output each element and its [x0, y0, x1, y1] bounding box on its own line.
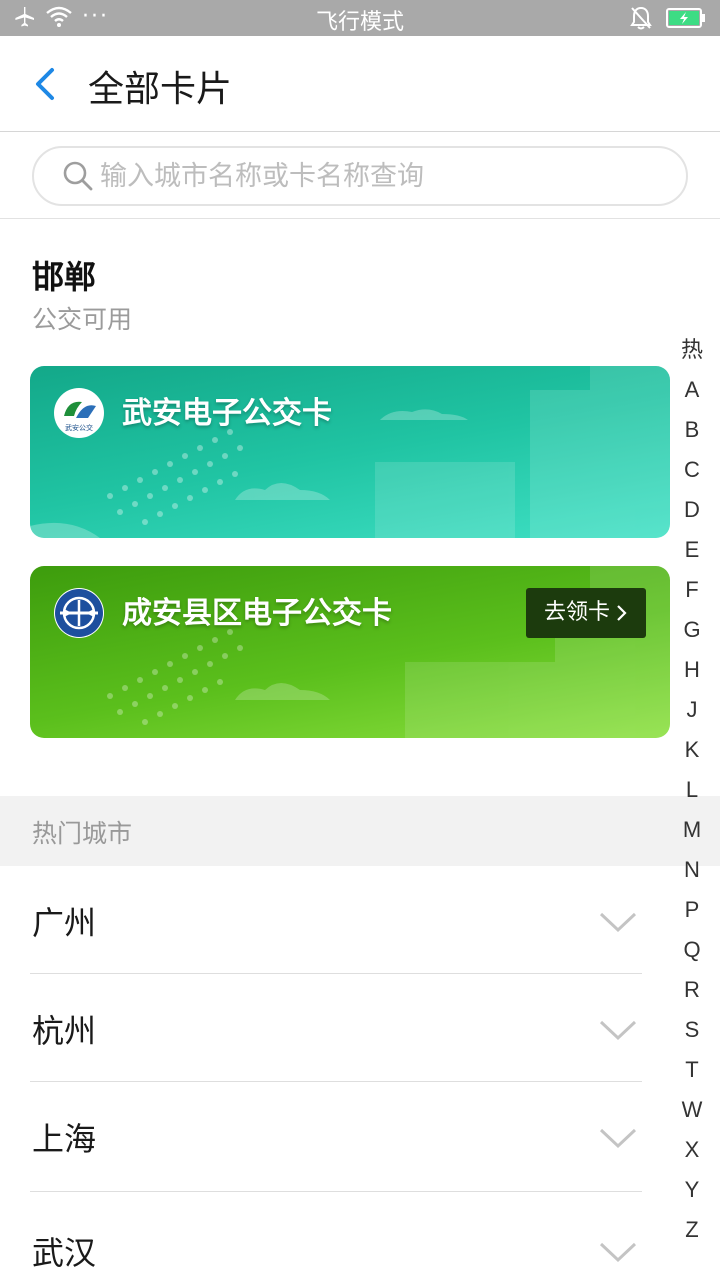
card-wuan-bus[interactable]: 武安公交 武安电子公交卡 — [30, 366, 670, 538]
index-letter[interactable]: P — [672, 890, 712, 930]
index-letter[interactable]: W — [672, 1090, 712, 1130]
index-letter[interactable]: T — [672, 1050, 712, 1090]
hot-cities-label: 热门城市 — [32, 819, 133, 848]
search-input[interactable] — [100, 156, 660, 196]
city-subtitle: 公交可用 — [32, 305, 133, 334]
city-row-guangzhou[interactable]: 广州 — [30, 866, 642, 974]
search-section — [0, 133, 720, 219]
index-letter[interactable]: X — [672, 1130, 712, 1170]
index-letter[interactable]: Y — [672, 1170, 712, 1210]
index-letter[interactable]: B — [672, 410, 712, 450]
search-box[interactable] — [32, 146, 688, 206]
card-name: 武安电子公交卡 — [122, 396, 332, 431]
index-letter[interactable]: K — [672, 730, 712, 770]
search-icon — [63, 161, 93, 191]
index-letter[interactable]: 热 — [672, 330, 712, 370]
city-label: 广州 — [32, 904, 97, 942]
city-row-wuhan[interactable]: 武汉 — [30, 1192, 642, 1280]
card-name: 成安县区电子公交卡 — [122, 596, 392, 631]
index-letter[interactable]: L — [672, 770, 712, 810]
city-row-hangzhou[interactable]: 杭州 — [30, 974, 642, 1082]
index-letter[interactable]: E — [672, 530, 712, 570]
index-letter[interactable]: D — [672, 490, 712, 530]
wuan-logo-text: 武安公交 — [65, 423, 93, 432]
chevron-down-icon — [599, 912, 637, 933]
index-letter[interactable]: Z — [672, 1210, 712, 1250]
chevron-down-icon — [599, 1242, 637, 1263]
index-letter[interactable]: N — [672, 850, 712, 890]
index-letter[interactable]: S — [672, 1010, 712, 1050]
app-screen: ··· 飞行模式 全部卡片 输入城市名称或卡名称查询 邯郸 公交可用 武安公交 … — [0, 0, 720, 1280]
battery-charging-icon — [666, 8, 705, 28]
chevron-down-icon — [599, 1020, 637, 1041]
status-bar: ··· 飞行模式 — [0, 0, 720, 36]
index-letter[interactable]: F — [672, 570, 712, 610]
top-app-bar: 全部卡片 — [0, 36, 720, 132]
page-title: 全部卡片 — [88, 69, 233, 110]
chevron-right-icon — [617, 605, 627, 621]
index-letter[interactable]: H — [672, 650, 712, 690]
status-right — [630, 6, 706, 30]
index-letter[interactable]: C — [672, 450, 712, 490]
status-mode-text: 飞行模式 — [315, 10, 404, 35]
index-letter[interactable]: A — [672, 370, 712, 410]
chevron-down-icon — [599, 1128, 637, 1149]
hot-cities-header: 热门城市 — [0, 796, 720, 866]
city-label: 上海 — [32, 1120, 97, 1158]
index-letter[interactable]: Q — [672, 930, 712, 970]
index-letter[interactable]: M — [672, 810, 712, 850]
city-row-shanghai[interactable]: 上海 — [30, 1082, 642, 1192]
city-label: 杭州 — [32, 1012, 97, 1050]
wuan-bus-logo: 武安公交 — [54, 388, 104, 438]
chengan-bus-logo — [54, 588, 104, 638]
city-label: 武汉 — [32, 1234, 97, 1272]
back-arrow-icon[interactable] — [26, 62, 66, 106]
get-card-label: 去领卡 — [543, 600, 610, 625]
get-card-button[interactable]: 去领卡 — [525, 588, 646, 638]
index-letter[interactable]: G — [672, 610, 712, 650]
alphabet-index[interactable]: 热ABCDEFGHJKLMNPQRSTWXYZ — [672, 330, 712, 1250]
index-letter[interactable]: J — [672, 690, 712, 730]
bell-off-icon — [630, 6, 652, 30]
card-chengan-bus[interactable]: 成安县区电子公交卡 去领卡 — [30, 566, 670, 738]
index-letter[interactable]: R — [672, 970, 712, 1010]
city-title: 邯郸 — [32, 258, 97, 296]
